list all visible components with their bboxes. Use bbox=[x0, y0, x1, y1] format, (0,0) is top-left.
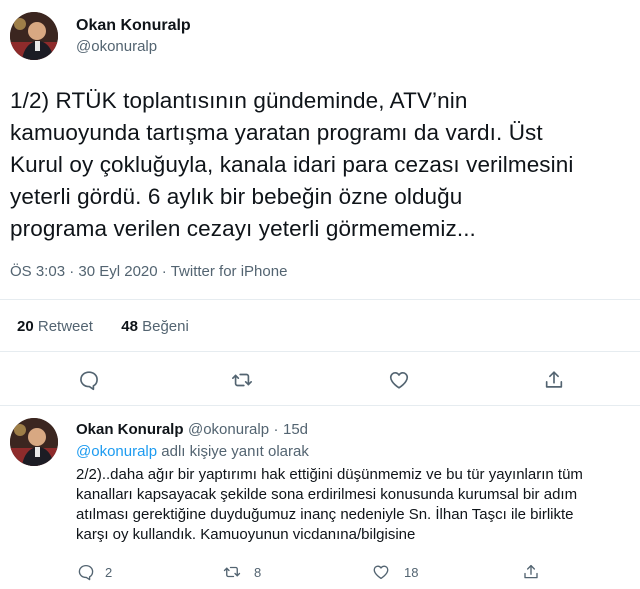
meta-separator: · bbox=[161, 263, 167, 280]
like-icon[interactable] bbox=[388, 369, 410, 391]
tweet-source[interactable]: Twitter for iPhone bbox=[171, 263, 288, 280]
replying-to-handle[interactable]: @okonuralp bbox=[76, 443, 157, 460]
reply-like-icon[interactable] bbox=[372, 563, 390, 581]
like-count: 48 bbox=[121, 318, 138, 335]
meta-separator: · bbox=[69, 263, 75, 280]
reply-text-line: kanalları kapsayacak şekilde sona erdiri… bbox=[76, 486, 578, 503]
tweet-time[interactable]: ÖS 3:03 bbox=[10, 263, 65, 280]
tweet-text-line: Kurul oy çokluğuyla, kanala idari para c… bbox=[10, 152, 574, 177]
tweet-text: 1/2) RTÜK toplantısının gündeminde, ATV’… bbox=[10, 85, 630, 245]
divider bbox=[0, 299, 640, 300]
like-label: Beğeni bbox=[142, 318, 189, 335]
divider bbox=[0, 351, 640, 352]
tweet-text-line: yeterli gördü. 6 aylık bir bebeğin özne … bbox=[10, 184, 463, 209]
reply-text-line: 2/2)..daha ağır bir yaptırımı hak ettiği… bbox=[76, 466, 583, 483]
reply-text-line: karşı oy kullandık. Kamuoyunun vicdanına… bbox=[76, 526, 416, 543]
reply-retweet-icon[interactable] bbox=[223, 563, 241, 581]
reply-header: Okan Konuralp @okonuralp · 15d bbox=[76, 421, 308, 439]
replying-to-suffix: adlı kişiye yanıt olarak bbox=[161, 443, 309, 460]
reply-author-avatar[interactable] bbox=[10, 418, 58, 466]
reply-retweet-count: 8 bbox=[254, 565, 262, 580]
tweet-text-line: 1/2) RTÜK toplantısının gündeminde, ATV’… bbox=[10, 88, 468, 113]
reply-like-count: 18 bbox=[404, 565, 419, 580]
tweet-meta: ÖS 3:03 · 30 Eyl 2020 · Twitter for iPho… bbox=[10, 263, 287, 280]
like-stat[interactable]: 48 Beğeni bbox=[121, 318, 189, 335]
reply-author-name[interactable]: Okan Konuralp bbox=[76, 421, 184, 438]
reply-reply-count: 2 bbox=[105, 565, 113, 580]
reply-reply-icon[interactable] bbox=[77, 563, 95, 581]
tweet-date[interactable]: 30 Eyl 2020 bbox=[78, 263, 157, 280]
share-icon[interactable] bbox=[543, 369, 565, 391]
header-separator: · bbox=[273, 421, 279, 438]
retweet-label: Retweet bbox=[37, 318, 93, 335]
reply-author-handle[interactable]: @okonuralp bbox=[188, 421, 269, 438]
tweet-text-line: kamuoyunda tartışma yaratan programı da … bbox=[10, 120, 543, 145]
retweet-icon[interactable] bbox=[231, 369, 253, 391]
replying-to: @okonuralp adlı kişiye yanıt olarak bbox=[76, 443, 309, 460]
reply-share-icon[interactable] bbox=[522, 563, 540, 581]
author-handle[interactable]: @okonuralp bbox=[76, 38, 157, 55]
tweet-text-line: programa verilen cezayı yeterli görmemem… bbox=[10, 216, 476, 241]
reply-text: 2/2)..daha ağır bir yaptırımı hak ettiği… bbox=[76, 465, 636, 545]
author-name[interactable]: Okan Konuralp bbox=[76, 17, 191, 35]
reply-text-line: atılması gerektiğine duyduğumuz inanç ne… bbox=[76, 506, 574, 523]
reply-age[interactable]: 15d bbox=[283, 421, 308, 438]
tweet-stats: 20 Retweet 48 Beğeni bbox=[17, 318, 189, 335]
retweet-count: 20 bbox=[17, 318, 34, 335]
retweet-stat[interactable]: 20 Retweet bbox=[17, 318, 93, 335]
author-avatar[interactable] bbox=[10, 12, 58, 60]
divider bbox=[0, 405, 640, 406]
reply-icon[interactable] bbox=[78, 369, 100, 391]
